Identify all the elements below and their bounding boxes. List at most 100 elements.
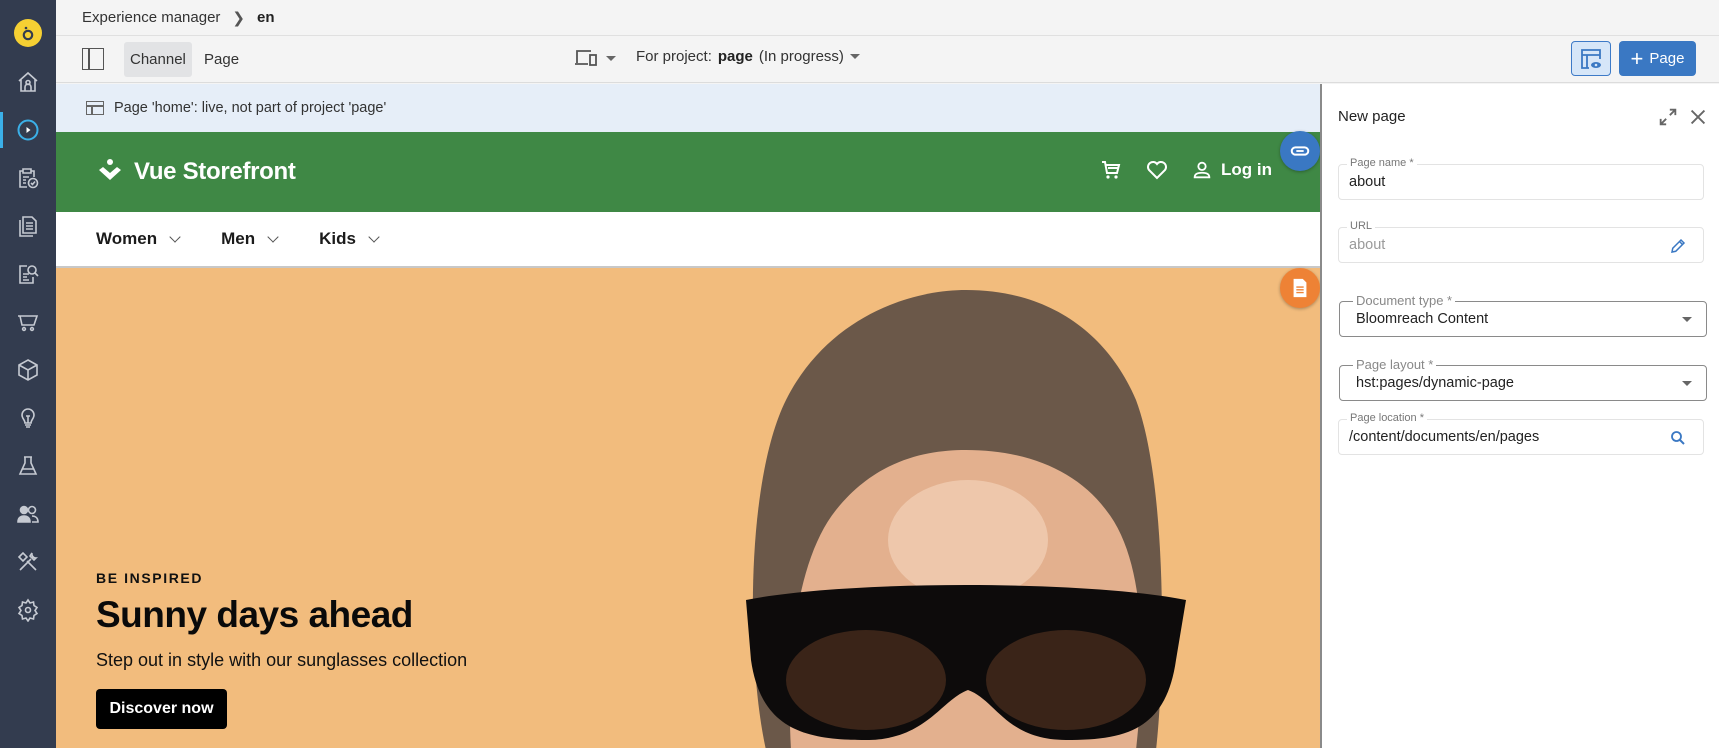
banner-text: Page 'home': live, not part of project '… [114, 100, 387, 116]
chevron-right-icon: ❯ [232, 9, 245, 27]
url-value: about [1349, 237, 1386, 253]
login-label: Log in [1221, 160, 1272, 179]
site-nav: Women Men Kids [56, 212, 1320, 268]
flask-icon [18, 456, 38, 475]
cart-icon[interactable] [1099, 158, 1123, 182]
sidebar-item-home[interactable] [0, 62, 56, 102]
chevron-down-icon [267, 231, 279, 243]
caret-down-icon [849, 54, 860, 59]
hero-subtitle: Step out in style with our sunglasses co… [96, 650, 468, 670]
home-icon [18, 71, 38, 92]
caret-down-icon [1682, 381, 1692, 386]
vue-storefront-logo-icon [99, 159, 121, 180]
sidebar-item-audiences[interactable] [0, 494, 56, 534]
app-sidebar [0, 0, 56, 748]
new-page-panel: New page Page name * about URL about Doc… [1320, 84, 1719, 748]
bloomreach-logo[interactable] [14, 19, 42, 47]
project-name: page [717, 48, 753, 65]
page-status-banner: Page 'home': live, not part of project '… [56, 84, 1320, 132]
sidebar-item-developer-tools[interactable] [0, 542, 56, 582]
panel-title: New page [1338, 108, 1406, 125]
page-location-value: /content/documents/en/pages [1349, 429, 1540, 445]
add-page-button[interactable]: + Page [1619, 41, 1696, 76]
page-layout-select[interactable]: Page layout * hst:pages/dynamic-page [1339, 357, 1707, 401]
document-type-select[interactable]: Document type * Bloomreach Content [1339, 293, 1707, 337]
page-name-label: Page name * [1347, 157, 1417, 169]
sidebar-item-content[interactable] [0, 206, 56, 246]
page-name-value: about [1349, 174, 1386, 190]
hero-title: Sunny days ahead [96, 594, 413, 635]
hero-kicker: BE INSPIRED [96, 570, 204, 586]
sidebar-item-commerce[interactable] [0, 302, 56, 342]
site-brand[interactable]: Vue Storefront [96, 158, 296, 186]
nav-item-label: Women [96, 229, 158, 248]
nav-item-label: Kids [319, 229, 356, 248]
sidebar-item-settings[interactable] [0, 590, 56, 630]
users-icon [17, 505, 39, 523]
cart-icon [18, 315, 39, 332]
nav-item-kids[interactable]: Kids [319, 229, 380, 249]
add-page-label: Page [1649, 50, 1685, 67]
page-layout-label: Page layout * [1353, 357, 1437, 372]
hero-image [746, 290, 1186, 748]
edit-content-button[interactable] [1280, 268, 1320, 308]
site-brand-name: Vue Storefront [134, 158, 296, 185]
sidebar-item-insights[interactable] [0, 398, 56, 438]
url-label: URL [1347, 220, 1376, 232]
pencil-icon[interactable] [1669, 237, 1687, 255]
sidebar-item-experience-manager[interactable] [0, 110, 56, 150]
document-search-icon [19, 265, 39, 284]
project-prefix: For project: [636, 48, 712, 65]
document-type-value: Bloomreach Content [1356, 311, 1489, 327]
device-selector[interactable] [574, 48, 616, 68]
url-field: URL about [1338, 220, 1704, 263]
tab-channel[interactable]: Channel [124, 42, 192, 77]
page-location-field[interactable]: Page location * /content/documents/en/pa… [1338, 412, 1704, 455]
page-layout-icon [86, 101, 104, 115]
documents-icon [19, 216, 37, 237]
document-type-label: Document type * [1353, 293, 1456, 308]
project-selector[interactable]: For project: page (In progress) [636, 48, 860, 65]
site-preview: Vue Storefront Log in Women Men Kids BE … [56, 132, 1320, 748]
clipboard-check-icon [19, 168, 39, 189]
cube-icon [18, 359, 38, 381]
search-icon[interactable] [1669, 429, 1687, 447]
caret-down-icon [1682, 317, 1692, 322]
devices-icon [575, 50, 597, 66]
user-icon [1193, 161, 1211, 179]
heart-icon[interactable] [1145, 158, 1169, 182]
page-layout-value: hst:pages/dynamic-page [1356, 375, 1514, 391]
chevron-down-icon [368, 231, 380, 243]
toolbar: Channel Page For project: page (In progr… [56, 36, 1719, 83]
page-preview-toggle-button[interactable] [1571, 41, 1611, 76]
layout-preview-icon [1581, 48, 1601, 69]
sidebar-item-experiments[interactable] [0, 446, 56, 486]
close-icon[interactable] [1687, 106, 1709, 128]
page-name-field[interactable]: Page name * about [1338, 157, 1704, 200]
hero-content: BE INSPIRED Sunny days ahead Step out in… [96, 570, 467, 729]
expand-icon[interactable] [1657, 106, 1679, 128]
tools-icon [17, 551, 38, 571]
breadcrumb-root[interactable]: Experience manager [82, 9, 220, 26]
site-header: Vue Storefront Log in [56, 132, 1320, 212]
toggle-sidepanel-icon[interactable] [82, 48, 104, 70]
breadcrumb-current: en [257, 9, 275, 26]
link-icon [1290, 146, 1310, 156]
nav-item-men[interactable]: Men [221, 229, 279, 249]
project-status: (In progress) [758, 48, 844, 65]
chevron-down-icon [169, 231, 181, 243]
nav-item-label: Men [221, 229, 256, 248]
sidebar-item-components[interactable] [0, 350, 56, 390]
discover-now-button[interactable]: Discover now [96, 689, 227, 729]
sidebar-item-projects[interactable] [0, 158, 56, 198]
document-icon [1293, 278, 1307, 298]
login-button[interactable]: Log in [1191, 159, 1272, 181]
plus-icon: + [1630, 45, 1644, 71]
edit-menu-button[interactable] [1280, 131, 1320, 171]
page-location-label: Page location * [1347, 412, 1427, 424]
tab-page[interactable]: Page [198, 42, 245, 77]
breadcrumb: Experience manager ❯ en [56, 0, 1719, 36]
caret-down-icon [606, 55, 616, 61]
sidebar-item-content-search[interactable] [0, 254, 56, 294]
nav-item-women[interactable]: Women [96, 229, 181, 249]
